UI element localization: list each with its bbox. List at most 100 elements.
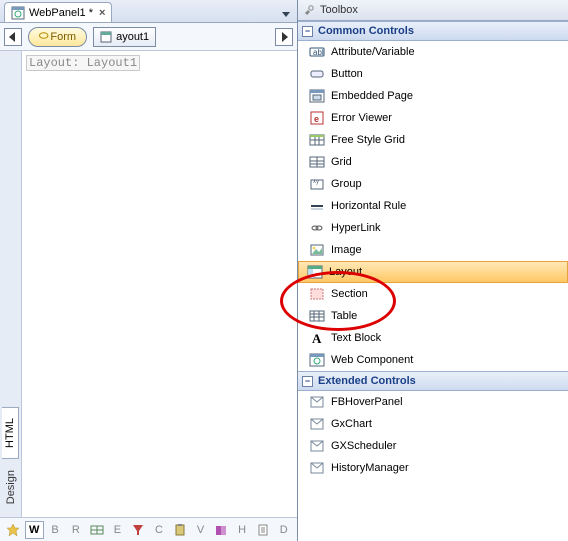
collapse-icon: − [302, 26, 313, 37]
parts-bar-B[interactable]: B [46, 521, 65, 539]
collapse-icon: − [302, 376, 313, 387]
toolbox-item-attribute-variable[interactable]: abl Attribute/Variable [298, 41, 568, 63]
side-tab-html[interactable]: HTML [2, 407, 19, 459]
toolbox-item-label: Group [331, 178, 362, 190]
parts-bar: WBR E C V H D [0, 517, 297, 541]
toolbox-group-list: FBHoverPanel GxChart GXScheduler HistoryMan… [298, 391, 568, 479]
parts-bar-paste[interactable] [170, 521, 189, 539]
svg-text:abl: abl [313, 48, 324, 57]
document-tabstrip: WebPanel1 * × [0, 0, 297, 23]
parts-bar-W[interactable]: W [25, 521, 44, 539]
ext-icon [309, 394, 325, 410]
toolbox-item-free-style-grid[interactable]: Free Style Grid [298, 129, 568, 151]
parts-bar-filter[interactable] [87, 521, 106, 539]
parts-bar-H[interactable]: H [233, 521, 252, 539]
webcomp-icon [309, 352, 325, 368]
form-button[interactable]: ⬭ Form [28, 27, 87, 47]
designer-side-tabs: Design HTML [0, 51, 22, 517]
fsgrid-icon [309, 132, 325, 148]
toolbox-item-grid[interactable]: Grid [298, 151, 568, 173]
toolbox-title-label: Toolbox [320, 4, 358, 16]
toolbox-item-label: GXScheduler [331, 440, 396, 452]
toolbox-item-hyperlink[interactable]: HyperLink [298, 217, 568, 239]
toolbox-item-gxchart[interactable]: GxChart [298, 413, 568, 435]
ext-icon [309, 460, 325, 476]
toolbox-item-label: Free Style Grid [331, 134, 405, 146]
parts-bar-D[interactable]: D [274, 521, 293, 539]
design-canvas[interactable]: Layout: Layout1 [22, 51, 297, 517]
webpanel-icon [11, 6, 25, 20]
toolbox-item-label: Table [331, 310, 357, 322]
toolbox-item-section[interactable]: Section [298, 283, 568, 305]
toolbox-item-gxscheduler[interactable]: GXScheduler [298, 435, 568, 457]
toolbox-item-label: HistoryManager [331, 462, 409, 474]
document-tab-webpanel1[interactable]: WebPanel1 * × [4, 2, 112, 22]
toolbox-item-label: Image [331, 244, 362, 256]
toolbox-item-label: FBHoverPanel [331, 396, 403, 408]
layout-icon [307, 264, 323, 280]
toolbox-group-header[interactable]: −Common Controls [298, 21, 568, 41]
toolbox-item-label: Section [331, 288, 368, 300]
toolbox-item-label: Text Block [331, 332, 381, 344]
toolbox-item-label: Layout [329, 266, 362, 278]
group-icon: xy [309, 176, 325, 192]
toolbox-item-embedded-page[interactable]: Embedded Page [298, 85, 568, 107]
toolbox-item-label: Horizontal Rule [331, 200, 406, 212]
parts-bar-funnel[interactable] [129, 521, 148, 539]
toolbox-item-web-component[interactable]: Web Component [298, 349, 568, 371]
button-icon [309, 66, 325, 82]
toolbox-item-layout[interactable]: Layout [298, 261, 568, 283]
toolbox-body: −Common ControlsablAttribute/VariableBut… [298, 21, 568, 479]
toolbox-item-historymanager[interactable]: HistoryManager [298, 457, 568, 479]
layout-dropdown-label: ayout1 [116, 31, 149, 43]
svg-text:A: A [312, 331, 322, 346]
parts-bar-V[interactable]: V [191, 521, 210, 539]
nav-next-button[interactable] [275, 28, 293, 46]
toolbox-item-text-block[interactable]: A Text Block [298, 327, 568, 349]
toolbox-item-label: Grid [331, 156, 352, 168]
nav-prev-button[interactable] [4, 28, 22, 46]
toolbox-item-label: GxChart [331, 418, 372, 430]
layout-placeholder: Layout: Layout1 [26, 55, 140, 71]
toolbox-icon [302, 3, 316, 17]
textblock-icon: A [309, 330, 325, 346]
toolbox-group-label: Extended Controls [318, 375, 416, 387]
toolbox-item-image[interactable]: Image [298, 239, 568, 261]
side-tab-design[interactable]: Design [2, 459, 20, 515]
layout-dropdown[interactable]: ayout1 [93, 27, 156, 47]
toolbox-item-error-viewer[interactable]: eError Viewer [298, 107, 568, 129]
toolbox-item-horizontal-rule[interactable]: Horizontal Rule [298, 195, 568, 217]
toolbox-item-group[interactable]: xy Group [298, 173, 568, 195]
parts-bar-doc[interactable] [254, 521, 273, 539]
toolbox-item-label: Web Component [331, 354, 413, 366]
svg-text:xy: xy [313, 179, 319, 185]
parts-bar-R[interactable]: R [66, 521, 85, 539]
toolbox-group-list: abl Attribute/Variable Button Embedded Page… [298, 41, 568, 371]
parts-bar-star[interactable] [4, 521, 23, 539]
toolbox-item-fbhoverpanel[interactable]: FBHoverPanel [298, 391, 568, 413]
toolbox-title: Toolbox [298, 0, 568, 21]
toolbox-item-label: Attribute/Variable [331, 46, 415, 58]
grid-icon [309, 154, 325, 170]
form-button-label: Form [50, 31, 76, 43]
layout-toolbar: ⬭ Form ayout1 [0, 23, 297, 51]
link-icon [309, 220, 325, 236]
embedded-icon [309, 88, 325, 104]
toolbox-item-label: Button [331, 68, 363, 80]
attrib-icon: abl [309, 44, 325, 60]
document-tab-label: WebPanel1 * [29, 7, 93, 19]
toolbox-group-header[interactable]: −Extended Controls [298, 371, 568, 391]
toolbox-item-button[interactable]: Button [298, 63, 568, 85]
toolbox-pane: Toolbox −Common ControlsablAttribute/Var… [298, 0, 568, 541]
editor-pane: WebPanel1 * × ⬭ Form ayout1 [0, 0, 298, 541]
table-icon [309, 308, 325, 324]
parts-bar-E[interactable]: E [108, 521, 127, 539]
toolbox-item-label: Error Viewer [331, 112, 392, 124]
parts-bar-C[interactable]: C [150, 521, 169, 539]
parts-bar-book[interactable] [212, 521, 231, 539]
toolbox-item-table[interactable]: Table [298, 305, 568, 327]
tab-overflow-dropdown[interactable] [279, 8, 293, 22]
toolbox-item-label: Embedded Page [331, 90, 413, 102]
toolbox-group-label: Common Controls [318, 25, 414, 37]
close-icon[interactable]: × [99, 7, 105, 19]
